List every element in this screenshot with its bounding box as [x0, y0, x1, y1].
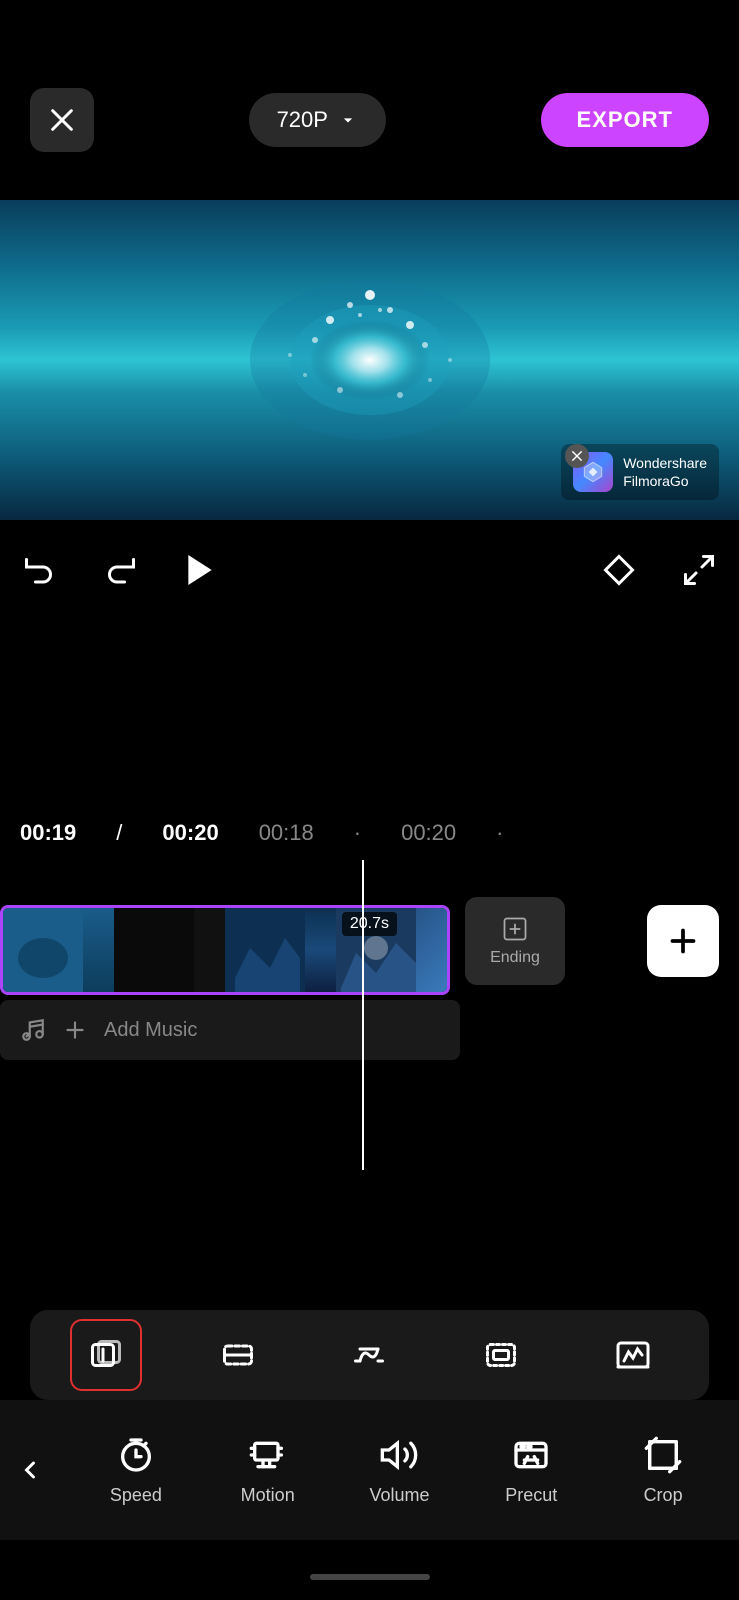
- clip-handle-right[interactable]: [447, 925, 450, 975]
- add-music-track[interactable]: Add Music: [0, 1000, 460, 1060]
- nav-item-precut[interactable]: Precut: [481, 1435, 581, 1506]
- video-clip[interactable]: 20.7s: [0, 905, 450, 995]
- clip-duration: 20.7s: [342, 912, 397, 936]
- nav-item-volume[interactable]: Volume: [349, 1435, 449, 1506]
- clip-frame-2: [114, 908, 225, 992]
- add-clip-button[interactable]: [647, 905, 719, 977]
- undo-button[interactable]: [0, 530, 80, 610]
- video-preview: WondershareFilmoraGo: [0, 200, 739, 520]
- clip-frame-3: [225, 908, 336, 992]
- playhead: [362, 860, 364, 1170]
- controls-area: [0, 520, 739, 620]
- mask-button[interactable]: [465, 1319, 537, 1391]
- time-mark-1: 00:18: [259, 820, 314, 846]
- timeline-track: 20.7s: [0, 895, 450, 1005]
- clip-frame-1: [3, 908, 114, 992]
- top-bar: 720P EXPORT: [0, 0, 739, 200]
- export-label: EXPORT: [577, 107, 673, 132]
- ocean-splash-graphic: [230, 260, 510, 460]
- nav-item-crop[interactable]: Crop: [613, 1435, 713, 1506]
- resolution-button[interactable]: 720P: [249, 93, 386, 147]
- ending-label: Ending: [490, 949, 540, 967]
- nav-back-button[interactable]: [0, 1400, 60, 1540]
- ending-button[interactable]: Ending: [465, 897, 565, 985]
- current-time: 00:19: [20, 820, 76, 846]
- speed-ramp-button[interactable]: [333, 1319, 405, 1391]
- time-mark-2: 00:20: [401, 820, 456, 846]
- resolution-label: 720P: [277, 107, 328, 133]
- nav-crop-label: Crop: [644, 1485, 683, 1506]
- trim-button[interactable]: [202, 1319, 274, 1391]
- effects-button[interactable]: [597, 1319, 669, 1391]
- play-button[interactable]: [160, 530, 240, 610]
- nav-item-motion[interactable]: Motion: [218, 1435, 318, 1506]
- add-music-label: Add Music: [104, 1019, 197, 1042]
- close-button[interactable]: [30, 88, 94, 152]
- nav-motion-label: Motion: [241, 1485, 295, 1506]
- watermark-text: WondershareFilmoraGo: [623, 454, 707, 490]
- nav-precut-label: Precut: [505, 1485, 557, 1506]
- nav-volume-label: Volume: [369, 1485, 429, 1506]
- timestamp-bar: 00:19 / 00:20 00:18 · 00:20 ·: [0, 820, 739, 846]
- scroll-indicator: [310, 1574, 430, 1580]
- total-time: 00:20: [162, 820, 218, 846]
- nav-item-speed[interactable]: Speed: [86, 1435, 186, 1506]
- fullscreen-button[interactable]: [659, 530, 739, 610]
- toolbar-row: [30, 1310, 709, 1400]
- nav-speed-label: Speed: [110, 1485, 162, 1506]
- split-copy-button[interactable]: [70, 1319, 142, 1391]
- export-button[interactable]: EXPORT: [541, 93, 709, 147]
- redo-button[interactable]: [80, 530, 160, 610]
- watermark: WondershareFilmoraGo: [561, 444, 719, 500]
- bottom-nav: Speed Motion Volume: [0, 1400, 739, 1540]
- nav-items: Speed Motion Volume: [60, 1435, 739, 1506]
- keyframe-button[interactable]: [579, 530, 659, 610]
